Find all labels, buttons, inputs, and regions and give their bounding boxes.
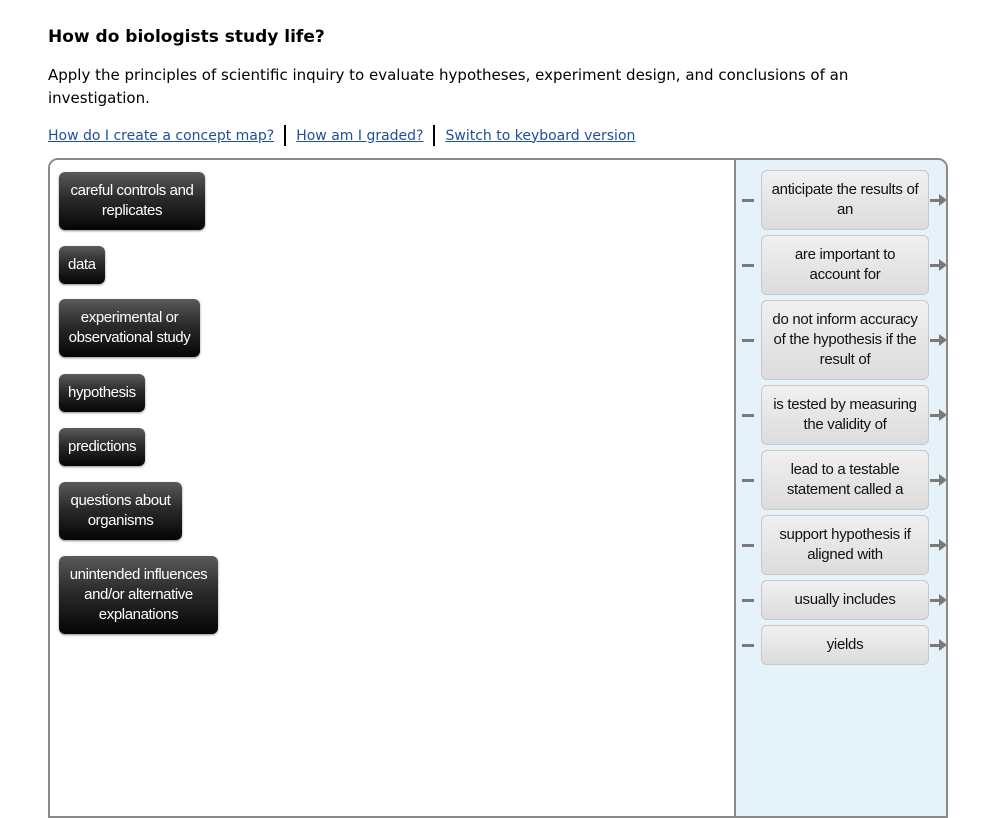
arrow-right-icon	[930, 639, 946, 651]
linking-phrase-item[interactable]: support hypothesis if aligned with	[742, 515, 946, 575]
linking-phrase-item[interactable]: yields	[742, 625, 946, 665]
connector-stub-icon	[742, 643, 754, 647]
term-careful-controls[interactable]: careful controls and replicates	[59, 172, 205, 230]
linking-phrase-important[interactable]: are important to account for	[761, 235, 929, 295]
linking-phrase-item[interactable]: usually includes	[742, 580, 946, 620]
linking-phrase-item[interactable]: anticipate the results of an	[742, 170, 946, 230]
help-links: How do I create a concept map? How am I …	[48, 125, 635, 146]
arrow-right-icon	[930, 409, 946, 421]
term-questions-about-organisms[interactable]: questions about organisms	[59, 482, 182, 540]
concept-map-workspace: careful controls and replicates data exp…	[48, 158, 948, 818]
create-concept-map-help-link[interactable]: How do I create a concept map?	[48, 128, 274, 144]
linking-phrase-yields[interactable]: yields	[761, 625, 929, 665]
arrow-right-icon	[930, 474, 946, 486]
linking-phrase-usually-includes[interactable]: usually includes	[761, 580, 929, 620]
arrow-right-icon	[930, 259, 946, 271]
linking-phrase-anticipate[interactable]: anticipate the results of an	[761, 170, 929, 230]
linking-phrase-lead-to[interactable]: lead to a testable statement called a	[761, 450, 929, 510]
linking-phrase-palette: anticipate the results of an are importa…	[734, 160, 946, 816]
linking-phrase-do-not-inform[interactable]: do not inform accuracy of the hypothesis…	[761, 300, 929, 380]
connector-stub-icon	[742, 478, 754, 482]
term-experimental-study[interactable]: experimental or observational study	[59, 299, 200, 357]
link-divider	[284, 125, 287, 146]
connector-stub-icon	[742, 198, 754, 202]
linking-phrase-support[interactable]: support hypothesis if aligned with	[761, 515, 929, 575]
linking-phrase-item[interactable]: is tested by measuring the validity of	[742, 385, 946, 445]
page-title: How do biologists study life?	[48, 27, 325, 47]
term-unintended-influences[interactable]: unintended influences and/or alternative…	[59, 556, 218, 634]
grading-help-link[interactable]: How am I graded?	[296, 128, 423, 144]
connector-stub-icon	[742, 338, 754, 342]
term-hypothesis[interactable]: hypothesis	[59, 374, 145, 412]
connector-stub-icon	[742, 413, 754, 417]
concept-map-canvas[interactable]: careful controls and replicates data exp…	[50, 160, 734, 816]
arrow-right-icon	[930, 194, 946, 206]
link-divider	[433, 125, 436, 146]
linking-phrase-item[interactable]: do not inform accuracy of the hypothesis…	[742, 300, 946, 380]
linking-phrase-item[interactable]: are important to account for	[742, 235, 946, 295]
arrow-right-icon	[930, 539, 946, 551]
term-predictions[interactable]: predictions	[59, 428, 146, 466]
term-data[interactable]: data	[59, 246, 105, 284]
page-description: Apply the principles of scientific inqui…	[48, 66, 849, 107]
keyboard-version-link[interactable]: Switch to keyboard version	[445, 128, 635, 144]
arrow-right-icon	[930, 594, 946, 606]
connector-stub-icon	[742, 263, 754, 267]
connector-stub-icon	[742, 543, 754, 547]
linking-phrase-tested-by[interactable]: is tested by measuring the validity of	[761, 385, 929, 445]
linking-phrase-item[interactable]: lead to a testable statement called a	[742, 450, 946, 510]
arrow-right-icon	[930, 334, 946, 346]
connector-stub-icon	[742, 598, 754, 602]
